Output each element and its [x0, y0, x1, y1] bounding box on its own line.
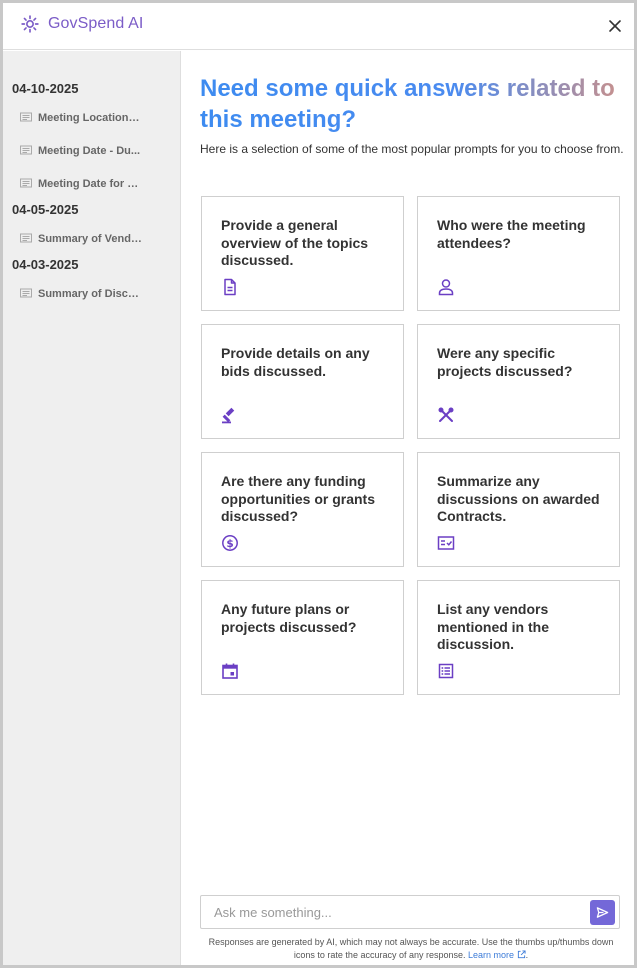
history-item-label: Meeting Date for B...: [38, 177, 142, 190]
history-item[interactable]: Meeting Date - Du...: [12, 134, 180, 167]
tools-icon: [438, 407, 454, 422]
prompt-card-label: Are there any funding opportunities or g…: [221, 473, 375, 524]
history-item[interactable]: Meeting Location f...: [12, 101, 180, 134]
contract-icon: [437, 536, 455, 550]
history-item[interactable]: Summary of Discus...: [12, 277, 180, 310]
external-link-icon: [517, 950, 526, 959]
prompt-card-vendors[interactable]: List any vendors mentioned in the discus…: [417, 580, 620, 695]
disclaimer-text: Responses are generated by AI, which may…: [208, 937, 614, 960]
history-item[interactable]: Summary of Vendo...: [12, 222, 180, 255]
history-item[interactable]: Meeting Date for B...: [12, 167, 180, 200]
history-item-label: Meeting Location f...: [38, 111, 142, 124]
prompt-card-label: Summarize any discussions on awarded Con…: [437, 473, 600, 524]
prompt-card-label: List any vendors mentioned in the discus…: [437, 601, 549, 652]
history-date-label: 04-10-2025: [12, 81, 79, 96]
send-icon: [596, 907, 609, 918]
history-date-label: 04-03-2025: [12, 257, 79, 272]
prompt-card-label: Any future plans or projects discussed?: [221, 601, 357, 635]
disclaimer-end: .: [525, 950, 529, 960]
page-title: Need some quick answers related to this …: [200, 73, 620, 135]
prompt-card-projects[interactable]: Were any specific projects discussed?: [417, 324, 620, 439]
history-item-label: Meeting Date - Du...: [38, 144, 141, 157]
chat-message-icon: [20, 178, 32, 187]
header: GovSpend AI: [3, 3, 634, 50]
history-group: 04-05-2025 Summary of Vendo...: [3, 200, 180, 255]
chat-message-icon: [20, 233, 32, 242]
chat-input-box: [200, 895, 620, 929]
prompt-card-bids[interactable]: Provide details on any bids discussed.: [201, 324, 404, 439]
prompt-card-attendees[interactable]: Who were the meeting attendees?: [417, 196, 620, 311]
chat-input[interactable]: [201, 896, 586, 928]
learn-more-label: Learn more: [468, 950, 515, 960]
gavel-icon: [222, 407, 235, 424]
gear-logo-icon: [21, 15, 39, 33]
document-icon: [224, 278, 236, 296]
history-group: 04-03-2025 Summary of Discus...: [3, 255, 180, 310]
app-title: GovSpend AI: [48, 15, 144, 32]
history-item-label: Summary of Vendo...: [38, 232, 142, 245]
calendar-icon: [222, 663, 238, 679]
send-button[interactable]: [590, 900, 615, 925]
history-item-label: Summary of Discus...: [38, 287, 142, 300]
prompt-card-label: Who were the meeting attendees?: [437, 217, 586, 251]
person-icon: [438, 279, 454, 296]
main-panel: Need some quick answers related to this …: [182, 51, 634, 965]
chat-message-icon: [20, 288, 32, 297]
history-date-label: 04-05-2025: [12, 202, 79, 217]
dollar-icon: $: [222, 535, 238, 551]
logo: GovSpend AI: [21, 15, 143, 33]
prompt-card-future-plans[interactable]: Any future plans or projects discussed?: [201, 580, 404, 695]
prompt-card-label: Provide details on any bids discussed.: [221, 345, 370, 379]
history-group: 04-10-2025 Meeting Location f... Meeting…: [3, 79, 180, 200]
list-icon: [438, 663, 454, 679]
prompt-card-label: Provide a general overview of the topics…: [221, 217, 369, 268]
prompt-card-funding[interactable]: Are there any funding opportunities or g…: [201, 452, 404, 567]
prompt-card-label: Were any specific projects discussed?: [437, 345, 573, 379]
chat-message-icon: [20, 112, 32, 121]
svg-text:$: $: [226, 538, 233, 550]
page-subtitle: Here is a selection of some of the most …: [200, 142, 624, 156]
ai-disclaimer: Responses are generated by AI, which may…: [200, 936, 622, 962]
prompt-card-awarded-contracts[interactable]: Summarize any discussions on awarded Con…: [417, 452, 620, 567]
prompt-card-overview[interactable]: Provide a general overview of the topics…: [201, 196, 404, 311]
chat-message-icon: [20, 145, 32, 154]
learn-more-link[interactable]: Learn more: [468, 950, 526, 960]
conversation-history-sidebar: 04-10-2025 Meeting Location f... Meeting…: [3, 51, 181, 965]
close-icon[interactable]: [606, 17, 624, 35]
